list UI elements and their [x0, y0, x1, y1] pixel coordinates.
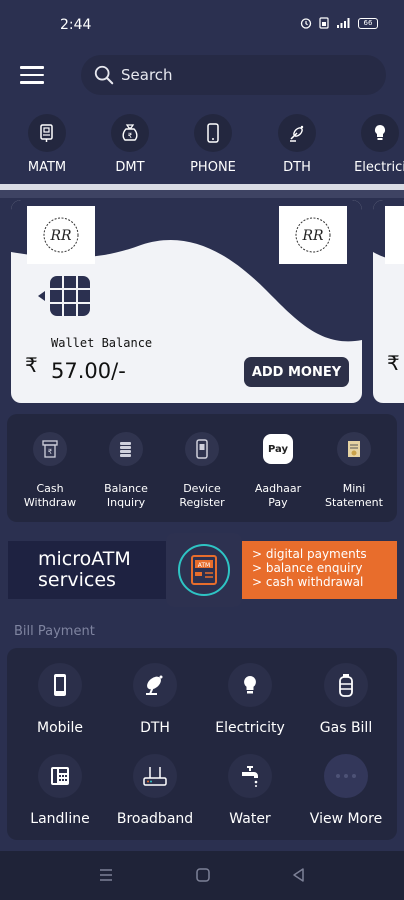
sim-icon: [319, 17, 329, 29]
banner-point: > digital payments: [252, 547, 367, 561]
action-device-register[interactable]: Device Register: [165, 432, 239, 510]
home-icon[interactable]: [195, 867, 211, 883]
action-cash-withdraw[interactable]: ₹ Cash Withdraw: [13, 432, 87, 510]
bill-label: Gas Bill: [319, 720, 373, 736]
service-label: Electrici: [354, 160, 404, 175]
bill-payment-heading: Bill Payment: [14, 624, 95, 639]
action-mini-statement[interactable]: Mini Statement: [317, 432, 391, 510]
hamburger-menu-icon[interactable]: [20, 66, 44, 84]
bill-landline[interactable]: Landline: [12, 754, 108, 827]
bill-label: DTH: [140, 720, 170, 736]
action-balance-inquiry[interactable]: Balance Inquiry: [89, 432, 163, 510]
banner-features: > digital payments > balance enquiry > c…: [238, 541, 397, 599]
action-label: Aadhaar Pay: [254, 482, 302, 509]
search-bar[interactable]: Search: [81, 55, 386, 95]
wallet-balance-amount: 57.00/-: [51, 359, 126, 383]
bill-electricity[interactable]: Electricity: [202, 663, 298, 736]
currency-symbol: ₹: [25, 353, 38, 377]
signal-icon: [337, 18, 350, 28]
banner-point: > cash withdrawal: [252, 575, 364, 589]
svg-text:₹: ₹: [128, 132, 133, 140]
mobile-icon: [38, 663, 82, 707]
matm-icon: [28, 114, 66, 152]
atm-label: ATM: [198, 562, 210, 569]
landline-icon: [38, 754, 82, 798]
back-icon[interactable]: [291, 867, 307, 883]
banner-title: microATM services: [38, 548, 131, 591]
money-bag-icon: ₹: [111, 114, 149, 152]
bill-label: Water: [229, 811, 271, 827]
service-phone[interactable]: PHONE: [171, 112, 255, 175]
services-row: MATM ₹ DMT PHONE DTH Electrici: [0, 112, 404, 184]
bill-mobile[interactable]: Mobile: [12, 663, 108, 736]
balance-inquiry-icon: [109, 432, 143, 466]
bill-broadband[interactable]: Broadband: [107, 754, 203, 827]
service-label: DTH: [283, 160, 311, 175]
service-label: DMT: [115, 160, 145, 175]
atm-machine-icon: ATM: [166, 533, 242, 607]
bulb-icon: [228, 663, 272, 707]
bill-water[interactable]: Water: [202, 754, 298, 827]
satellite-icon: [278, 114, 316, 152]
bill-gas[interactable]: Gas Bill: [298, 663, 394, 736]
recent-apps-icon[interactable]: [98, 867, 114, 883]
router-icon: [133, 754, 177, 798]
bill-dth[interactable]: DTH: [107, 663, 203, 736]
bill-label: Broadband: [116, 811, 194, 827]
service-dth[interactable]: DTH: [255, 112, 339, 175]
alarm-icon: [300, 18, 312, 29]
system-nav-bar: [0, 851, 404, 900]
service-electricity[interactable]: Electrici: [338, 112, 404, 175]
satellite-dish-icon: [133, 663, 177, 707]
search-placeholder: Search: [121, 66, 173, 84]
card-chip-icon: [38, 273, 94, 323]
bill-label: Landline: [30, 811, 90, 827]
divider-shadow: [0, 190, 404, 198]
wallet-balance-label: Wallet Balance: [51, 336, 153, 350]
next-card-peek[interactable]: ₹: [373, 200, 404, 403]
service-label: PHONE: [190, 160, 236, 175]
bill-payment-panel: Mobile DTH Electricity Gas Bill Landline…: [7, 648, 397, 840]
bulb-icon: [361, 114, 399, 152]
banner-point: > balance enquiry: [252, 561, 363, 575]
more-icon: [324, 754, 368, 798]
logo-text: RR: [49, 228, 72, 244]
svg-text:₹: ₹: [387, 351, 400, 375]
aadhaar-pay-icon: Pay: [263, 434, 293, 464]
banner-title-area: microATM services: [8, 541, 168, 599]
action-aadhaar-pay[interactable]: Pay Aadhaar Pay: [241, 432, 315, 510]
statement-icon: [337, 432, 371, 466]
battery-icon: 66: [358, 17, 378, 29]
quick-actions-panel: ₹ Cash Withdraw Balance Inquiry Device Regi…: [7, 414, 397, 522]
logo-text: RR: [301, 228, 324, 244]
action-label: Mini Statement: [325, 482, 383, 509]
aadhaar-pay-badge: Pay: [267, 443, 289, 455]
brand-logo: RR: [279, 206, 347, 264]
brand-logo: RR: [27, 206, 95, 264]
battery-level: 66: [363, 19, 373, 27]
add-money-button[interactable]: ADD MONEY: [244, 357, 349, 387]
microatm-banner[interactable]: microATM services > digital payments > ba…: [8, 533, 397, 607]
action-label: Device Register: [179, 482, 225, 509]
bill-label: View More: [309, 811, 383, 827]
service-label: MATM: [27, 160, 67, 175]
device-icon: [185, 432, 219, 466]
gas-cylinder-icon: [324, 663, 368, 707]
status-time: 2:44: [60, 17, 92, 33]
bill-label: Mobile: [37, 720, 83, 736]
status-bar: 2:44 66: [0, 0, 404, 50]
phone-icon: [194, 114, 232, 152]
bill-label: Electricity: [215, 720, 285, 736]
tap-icon: [228, 754, 272, 798]
service-matm[interactable]: MATM: [5, 112, 89, 175]
search-icon: [94, 65, 114, 85]
bill-view-more[interactable]: View More: [298, 754, 394, 827]
status-icons: 66: [300, 17, 378, 29]
wallet-card[interactable]: RR RR Wallet Balance ₹ 57.00/- ADD MONEY: [11, 200, 362, 403]
cash-withdraw-icon: ₹: [33, 432, 67, 466]
action-label: Balance Inquiry: [104, 482, 148, 509]
action-label: Cash Withdraw: [23, 482, 77, 509]
service-dmt[interactable]: ₹ DMT: [88, 112, 172, 175]
svg-text:₹: ₹: [48, 448, 53, 456]
